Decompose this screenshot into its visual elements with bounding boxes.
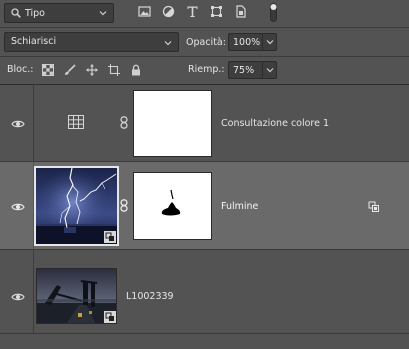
blend-mode-select[interactable]: Schiarisci [4, 32, 179, 52]
adjustment-filter-icon[interactable] [162, 5, 175, 18]
eye-icon[interactable] [11, 202, 25, 212]
layer-row-selected[interactable]: Fulmine [0, 162, 409, 249]
divider [0, 27, 409, 28]
chevron-down-icon [99, 11, 107, 16]
lock-position-icon[interactable] [86, 64, 98, 76]
image-filter-icon[interactable] [138, 5, 151, 18]
smart-object-badge-icon [104, 311, 116, 323]
mask-shape [161, 189, 181, 216]
layer-thumbnail[interactable] [34, 166, 119, 246]
filter-kind-select[interactable]: Tipo [4, 3, 114, 23]
search-icon [11, 8, 21, 18]
fill-label: Riemp.: [188, 64, 225, 75]
layer-row[interactable]: Consultazione colore 1 [0, 85, 409, 161]
opacity-field[interactable]: 100% [228, 33, 277, 51]
chevron-down-icon [266, 40, 274, 45]
layer-mask-thumbnail[interactable] [133, 172, 212, 240]
fill-value: 75% [233, 64, 255, 76]
filter-toggle-icon[interactable] [270, 3, 277, 22]
blend-mode-label: Schiarisci [11, 36, 57, 47]
layer-mask-thumbnail[interactable] [133, 90, 212, 157]
divider [0, 56, 409, 57]
layers-panel: Tipo Schiarisci Opacità: 100% Bloc.: Rie… [0, 0, 409, 349]
lock-label: Bloc.: [7, 64, 34, 75]
opacity-label: Opacità: [186, 37, 226, 48]
smart-object-filter-icon[interactable] [234, 5, 247, 18]
color-lookup-icon [68, 115, 84, 129]
chevron-down-icon [266, 68, 274, 73]
type-filter-icon[interactable] [186, 5, 199, 18]
shape-filter-icon[interactable] [210, 5, 223, 18]
chevron-down-icon [164, 41, 172, 46]
eye-icon[interactable] [11, 119, 25, 129]
layer-name[interactable]: Consultazione colore 1 [221, 118, 329, 129]
fill-dropdown[interactable] [262, 62, 276, 78]
opacity-value: 100% [233, 36, 261, 48]
chain-icon[interactable] [120, 116, 128, 129]
lock-brush-icon[interactable] [64, 64, 76, 76]
filter-kind-label: Tipo [25, 7, 45, 19]
smart-object-badge-icon [104, 231, 116, 243]
chain-icon[interactable] [120, 199, 128, 212]
layer-options-icon[interactable] [368, 201, 380, 213]
layer-row[interactable]: L1002339 [0, 250, 409, 333]
layer-thumbnail[interactable] [36, 268, 117, 324]
eye-icon[interactable] [11, 292, 25, 302]
layer-name[interactable]: Fulmine [221, 201, 258, 212]
lock-all-icon[interactable] [130, 64, 142, 76]
lock-artboard-icon[interactable] [108, 64, 120, 76]
layer-name[interactable]: L1002339 [126, 291, 174, 302]
opacity-dropdown[interactable] [262, 34, 276, 50]
fill-field[interactable]: 75% [228, 61, 277, 79]
lock-pixels-icon[interactable] [42, 64, 54, 76]
